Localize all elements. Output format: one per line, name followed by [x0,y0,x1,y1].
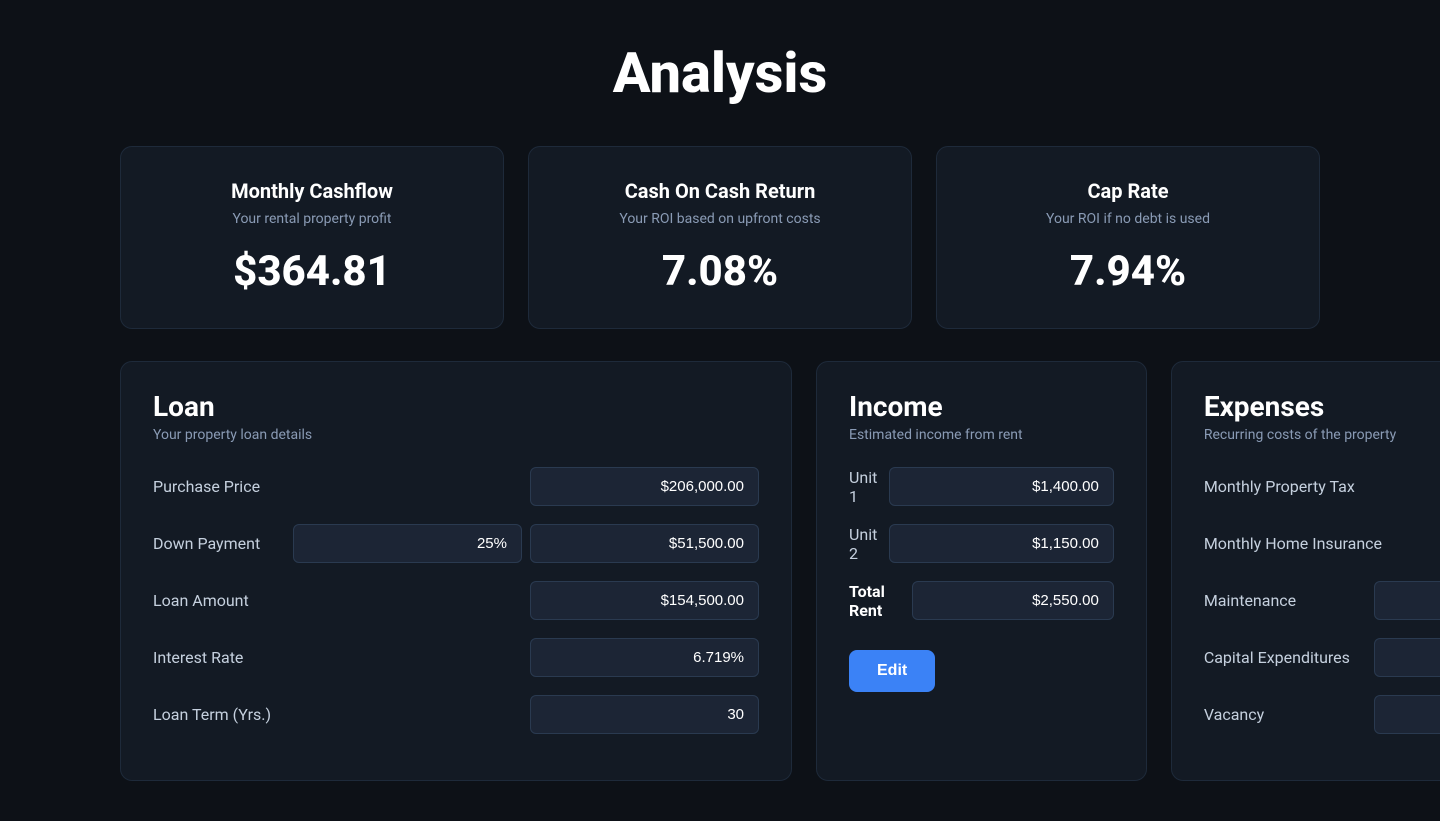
capex-pct-input[interactable] [1374,638,1440,677]
down-payment-pct-input[interactable] [293,524,522,563]
vacancy-label: Vacancy [1204,705,1374,724]
maintenance-row: Maintenance [1204,581,1440,620]
maintenance-pct-input[interactable] [1374,581,1440,620]
cap-rate-value: 7.94% [1070,247,1186,296]
income-subtitle: Estimated income from rent [849,427,1114,443]
total-rent-row: Total Rent [849,581,1114,620]
loan-amount-input[interactable] [530,581,759,620]
vacancy-row: Vacancy [1204,695,1440,734]
property-tax-label: Monthly Property Tax [1204,477,1374,496]
cap-rate-subtitle: Your ROI if no debt is used [1046,211,1210,227]
cash-on-cash-value: 7.08% [662,247,778,296]
loan-subtitle: Your property loan details [153,427,759,443]
down-payment-label: Down Payment [153,534,293,553]
unit1-row: Unit 1 [849,467,1114,506]
purchase-price-label: Purchase Price [153,477,293,496]
interest-rate-input[interactable] [530,638,759,677]
total-rent-label: Total Rent [849,582,912,620]
cash-on-cash-card: Cash On Cash Return Your ROI based on up… [528,146,912,329]
vacancy-pct-input[interactable] [1374,695,1440,734]
monthly-cashflow-card: Monthly Cashflow Your rental property pr… [120,146,504,329]
loan-amount-label: Loan Amount [153,591,293,610]
expenses-card: Expenses Recurring costs of the property… [1171,361,1440,781]
purchase-price-input[interactable] [530,467,759,506]
total-rent-input[interactable] [912,581,1114,620]
capex-label: Capital Expenditures [1204,648,1374,667]
monthly-cashflow-value: $364.81 [233,247,391,296]
cap-rate-title: Cap Rate [1087,179,1168,203]
home-insurance-row: Monthly Home Insurance [1204,524,1440,563]
expenses-title: Expenses [1204,390,1440,423]
property-tax-row: Monthly Property Tax [1204,467,1440,506]
down-payment-amount-input[interactable] [530,524,759,563]
monthly-cashflow-title: Monthly Cashflow [231,179,393,203]
interest-rate-row: Interest Rate [153,638,759,677]
loan-title: Loan [153,390,759,423]
income-title: Income [849,390,1114,423]
loan-term-input[interactable] [530,695,759,734]
expenses-subtitle: Recurring costs of the property [1204,427,1440,443]
loan-term-row: Loan Term (Yrs.) [153,695,759,734]
cash-on-cash-subtitle: Your ROI based on upfront costs [619,211,820,227]
unit2-input[interactable] [889,524,1113,563]
unit1-label: Unit 1 [849,468,889,506]
maintenance-label: Maintenance [1204,591,1374,610]
home-insurance-label: Monthly Home Insurance [1204,534,1382,553]
cap-rate-card: Cap Rate Your ROI if no debt is used 7.9… [936,146,1320,329]
purchase-price-row: Purchase Price [153,467,759,506]
page-title: Analysis [120,40,1320,106]
loan-amount-row: Loan Amount [153,581,759,620]
loan-card: Loan Your property loan details Purchase… [120,361,792,781]
loan-term-label: Loan Term (Yrs.) [153,705,293,724]
cash-on-cash-title: Cash On Cash Return [625,179,816,203]
detail-row: Loan Your property loan details Purchase… [120,361,1320,781]
interest-rate-label: Interest Rate [153,648,293,667]
down-payment-row: Down Payment [153,524,759,563]
edit-button[interactable]: Edit [849,650,935,692]
unit1-input[interactable] [889,467,1113,506]
unit2-row: Unit 2 [849,524,1114,563]
income-card: Income Estimated income from rent Unit 1… [816,361,1147,781]
unit2-label: Unit 2 [849,525,889,563]
capex-row: Capital Expenditures [1204,638,1440,677]
summary-row: Monthly Cashflow Your rental property pr… [120,146,1320,329]
monthly-cashflow-subtitle: Your rental property profit [232,211,391,227]
